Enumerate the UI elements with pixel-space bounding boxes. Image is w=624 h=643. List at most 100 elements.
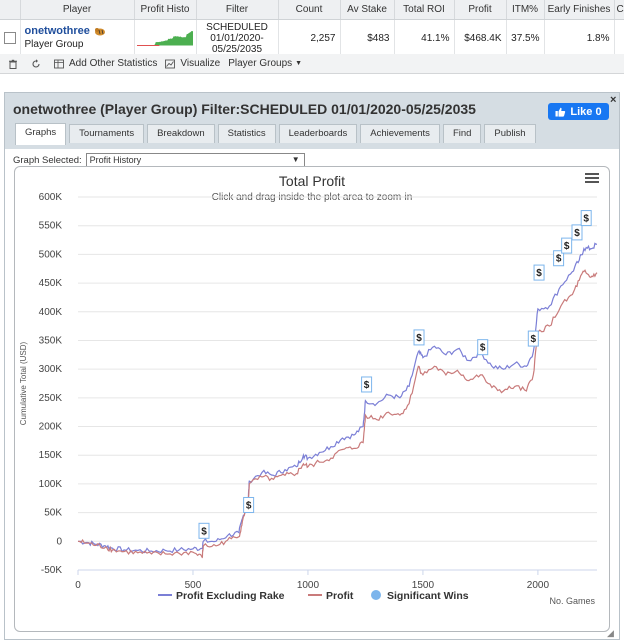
filter-line-3: 05/25/2035	[211, 43, 263, 55]
dialog-tabs: Graphs Tournaments Breakdown Statistics …	[15, 123, 539, 145]
tab-find[interactable]: Find	[442, 124, 482, 143]
row-checkbox[interactable]	[3, 32, 16, 44]
tiger-icon	[94, 27, 105, 36]
header-c[interactable]: C	[614, 0, 624, 20]
tab-publish[interactable]: Publish	[484, 124, 536, 143]
menu-bar	[585, 173, 599, 175]
significant-win-marker[interactable]: $	[527, 330, 539, 347]
refresh-icon	[32, 58, 40, 68]
player-groups-label: Player Groups	[228, 58, 293, 69]
significant-win-marker[interactable]: $	[198, 522, 210, 539]
marker-symbol: $	[201, 526, 207, 537]
marker-symbol: $	[574, 228, 580, 239]
significant-win-marker[interactable]: $	[561, 237, 573, 254]
profit-histo-sparkline	[136, 31, 193, 46]
significant-win-marker[interactable]: $	[571, 224, 583, 241]
y-tick-label: 600K	[39, 192, 63, 203]
filter-line-2: 01/01/2020-	[210, 32, 264, 44]
tab-breakdown[interactable]: Breakdown	[147, 124, 215, 143]
add-other-statistics-button[interactable]: Add Other Statistics	[54, 58, 157, 69]
legend-item[interactable]: Significant Wins	[371, 590, 469, 602]
y-tick-label: 300K	[39, 364, 63, 375]
graph-select-row: Graph Selected: Profit History ▼	[13, 153, 305, 167]
header-itm[interactable]: ITM%	[506, 0, 545, 20]
marker-symbol: $	[416, 333, 422, 344]
x-axis-label: No. Games	[549, 596, 595, 606]
marker-symbol: $	[531, 334, 537, 345]
x-tick-label: 1000	[297, 580, 320, 591]
y-tick-label: 350K	[39, 335, 63, 346]
tab-leaderboards[interactable]: Leaderboards	[278, 124, 358, 143]
x-tick-label: 0	[75, 580, 81, 591]
header-profit[interactable]: Profit	[454, 0, 507, 20]
table-row: onetwothree Player Group SCHEDULED 01/01…	[0, 19, 624, 57]
close-icon[interactable]: ×	[610, 94, 616, 106]
header-total-roi[interactable]: Total ROI	[394, 0, 455, 20]
visualize-label: Visualize	[180, 58, 221, 69]
add-other-statistics-label: Add Other Statistics	[69, 58, 158, 69]
significant-win-marker[interactable]: $	[580, 210, 592, 227]
tab-achievements[interactable]: Achievements	[360, 124, 440, 143]
refresh-button[interactable]	[31, 58, 46, 69]
facebook-like-button[interactable]: Like 0	[548, 103, 609, 120]
visualize-button[interactable]: Visualize	[165, 58, 220, 69]
significant-win-marker[interactable]: $	[533, 264, 545, 281]
total-roi-cell: 41.1%	[394, 19, 455, 57]
significant-win-marker[interactable]: $	[243, 496, 255, 513]
legend-item[interactable]: Profit	[308, 590, 354, 602]
facebook-like-label: Like 0	[570, 105, 602, 118]
chart-icon	[165, 59, 176, 68]
y-tick-label: 400K	[39, 307, 63, 318]
tab-graphs[interactable]: Graphs	[15, 123, 67, 145]
y-tick-label: 200K	[39, 422, 63, 433]
menu-bar	[585, 177, 599, 179]
av-stake-cell: $483	[340, 19, 395, 57]
chevron-down-icon: ▼	[291, 155, 300, 164]
chart-title: Total Profit	[279, 173, 345, 189]
y-tick-label: 50K	[44, 508, 62, 519]
dialog-header: onetwothree (Player Group) Filter:SCHEDU…	[5, 93, 619, 149]
header-filter[interactable]: Filter	[196, 0, 279, 20]
early-finishes-cell: 1.8%	[544, 19, 615, 57]
header-checkbox-col	[0, 0, 21, 20]
legend-label: Profit Excluding Rake	[176, 590, 285, 602]
legend-swatch	[371, 590, 381, 600]
significant-win-marker[interactable]: $	[413, 329, 425, 346]
y-tick-label: 250K	[39, 393, 63, 404]
y-tick-label: 450K	[39, 278, 63, 289]
x-tick-label: 2000	[527, 580, 550, 591]
total-profit-chart[interactable]: Total ProfitClick and drag inside the pl…	[15, 167, 609, 631]
header-profit-histo[interactable]: Profit Histo	[134, 0, 197, 20]
header-player[interactable]: Player	[20, 0, 135, 20]
count-cell: 2,257	[278, 19, 341, 57]
header-early-finishes[interactable]: Early Finishes	[544, 0, 615, 20]
significant-win-marker[interactable]: $	[361, 376, 373, 393]
marker-symbol: $	[564, 241, 570, 252]
profit-histo-cell	[134, 19, 197, 57]
delete-button[interactable]	[8, 59, 23, 69]
header-av-stake[interactable]: Av Stake	[340, 0, 395, 20]
legend-label: Significant Wins	[387, 590, 469, 602]
header-count[interactable]: Count	[278, 0, 341, 20]
significant-win-marker[interactable]: $	[477, 339, 489, 356]
table-toolbar: Add Other Statistics Visualize Player Gr…	[0, 54, 624, 74]
marker-symbol: $	[583, 214, 589, 225]
resize-grip-icon[interactable]: ◢	[607, 628, 614, 639]
series-line-profit	[77, 269, 598, 559]
graph-select[interactable]: Profit History ▼	[85, 153, 305, 167]
player-cell: onetwothree Player Group	[20, 19, 135, 57]
sparkline-positive-area	[136, 31, 193, 46]
legend-item[interactable]: Profit Excluding Rake	[158, 590, 285, 602]
add-columns-icon	[54, 59, 64, 68]
dialog-title: onetwothree (Player Group) Filter:SCHEDU…	[13, 101, 476, 117]
chart-menu-icon[interactable]	[585, 173, 599, 183]
stats-table: Player Profit Histo Filter Count Av Stak…	[0, 0, 624, 57]
tab-tournaments[interactable]: Tournaments	[69, 124, 145, 143]
menu-bar	[585, 181, 599, 183]
tab-statistics[interactable]: Statistics	[217, 124, 276, 143]
graph-selected-label: Graph Selected:	[13, 154, 82, 166]
player-groups-dropdown[interactable]: Player Groups ▼	[228, 58, 302, 69]
player-name-link[interactable]: onetwothree	[25, 25, 90, 37]
legend-label: Profit	[326, 590, 354, 602]
marker-symbol: $	[536, 268, 542, 279]
